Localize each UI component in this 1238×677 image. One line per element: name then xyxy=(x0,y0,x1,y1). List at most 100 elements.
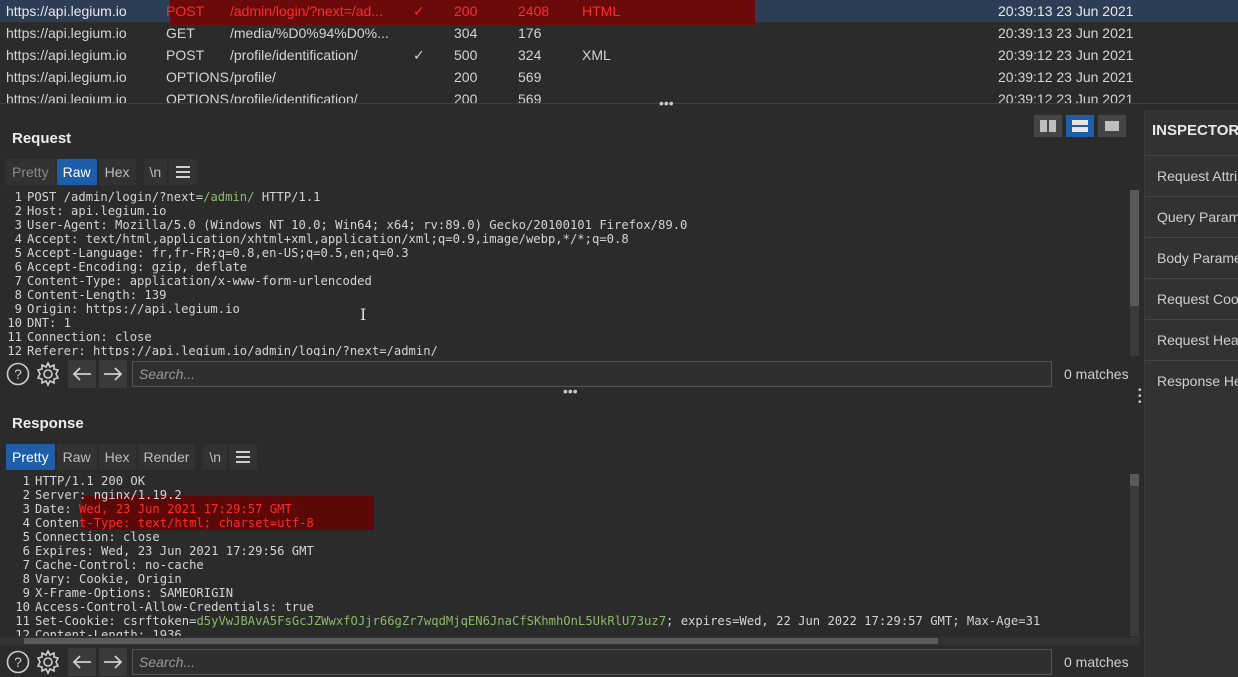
response-hscroll-thumb[interactable] xyxy=(24,638,938,644)
request-line: 2 Host: api.legium.io xyxy=(0,204,1130,218)
forward-arrow-icon xyxy=(104,367,123,381)
inspector-section[interactable]: Response Hea xyxy=(1145,360,1238,401)
svg-text:?: ? xyxy=(14,366,22,382)
line-text: Host: api.legium.io xyxy=(27,204,167,218)
response-tab-render[interactable]: Render xyxy=(137,444,196,470)
response-hscrollbar[interactable] xyxy=(0,637,1140,645)
response-scrollbar[interactable] xyxy=(1130,474,1139,636)
request-scrollbar[interactable] xyxy=(1130,190,1139,356)
request-menu-button[interactable] xyxy=(169,159,198,185)
response-tab-hex[interactable]: Hex xyxy=(98,444,136,470)
response-search-bar: ? Search... 0 matches xyxy=(0,647,1140,677)
single-pane-button[interactable] xyxy=(1098,115,1126,137)
line-text: /admin/ xyxy=(203,190,255,204)
inspector-panel: INSPECTOR Request Attri Query Parame Body … xyxy=(1144,110,1238,677)
split-horizontal-button[interactable] xyxy=(1034,115,1062,137)
inspector-section[interactable]: Body Parame xyxy=(1145,237,1238,278)
response-back-button[interactable] xyxy=(68,648,96,676)
history-row[interactable]: https://api.legium.io OPTIONS/profile/ide… xyxy=(0,88,1238,103)
response-tab-newline[interactable]: \n xyxy=(203,444,228,470)
response-scroll-thumb[interactable] xyxy=(1130,474,1139,486)
settings-icon xyxy=(36,649,60,675)
inspector-section[interactable]: Request Cook xyxy=(1145,278,1238,319)
response-settings-button[interactable] xyxy=(34,648,62,676)
method-cell: POST xyxy=(166,47,205,63)
history-resize-handle[interactable]: ••• xyxy=(659,96,674,110)
response-tab-pretty[interactable]: Pretty xyxy=(6,444,55,470)
response-line: 2 Server: nginx/1.19.2 xyxy=(0,488,1130,502)
line-text: POST /admin/login/?next= xyxy=(27,190,204,204)
history-row[interactable]: https://api.legium.io OPTIONS/profile/200… xyxy=(0,66,1238,88)
inspector-section[interactable]: Request Head xyxy=(1145,319,1238,360)
response-line: 8 Vary: Cookie, Origin xyxy=(0,572,1130,586)
line-text: Access-Control-Allow-Credentials: true xyxy=(35,600,314,614)
response-line: 12 Content-Length: 1936 xyxy=(0,628,1130,636)
request-help-button[interactable]: ? xyxy=(4,360,32,388)
request-editor[interactable]: 1 POST /admin/login/?next=/admin/ HTTP/1.… xyxy=(0,190,1130,356)
request-line: 8 Content-Length: 139 xyxy=(0,288,1130,302)
back-arrow-icon xyxy=(72,655,91,669)
request-tab-newline[interactable]: \n xyxy=(143,159,168,185)
line-number: 3 xyxy=(22,502,30,516)
response-forward-button[interactable] xyxy=(99,648,127,676)
request-search-input[interactable]: Search... xyxy=(132,361,1052,387)
line-text: Accept: text/html,application/xhtml+xml,… xyxy=(27,232,629,246)
response-line: 5 Connection: close xyxy=(0,530,1130,544)
history-row[interactable]: https://api.legium.io POST/profile/identi… xyxy=(0,44,1238,66)
time-cell: 20:39:12 23 Jun 2021 xyxy=(998,69,1134,85)
inspector-section-label: Request Head xyxy=(1157,332,1238,348)
line-text: Expires: Wed, 23 Jun 2021 17:29:56 GMT xyxy=(35,544,314,558)
inspector-section[interactable]: Request Attri xyxy=(1145,155,1238,196)
method-cell: POST xyxy=(166,3,205,19)
history-row[interactable]: https://api.legium.io GET/media/%D0%94%D0… xyxy=(0,22,1238,44)
response-tab-raw[interactable]: Raw xyxy=(56,444,97,470)
line-number: 11 xyxy=(15,614,30,628)
request-settings-button[interactable] xyxy=(34,360,62,388)
line-text: HTTP/1.1 xyxy=(254,190,321,204)
inspector-title: INSPECTOR xyxy=(1152,122,1238,139)
request-tab-hex[interactable]: Hex xyxy=(98,159,136,185)
line-text: Set-Cookie: csrftoken= xyxy=(35,614,197,628)
split-horizontal-icon xyxy=(1040,120,1056,132)
line-text: Server: nginx/1.19.2 xyxy=(35,488,182,502)
forward-arrow-icon xyxy=(104,655,123,669)
response-editor[interactable]: 1 HTTP/1.1 200 OK 2 Server: nginx/1.19.2 3 Da… xyxy=(0,474,1130,636)
line-text: d5yVwJBAvA5FsGcJZWwxfOJjr66gZr7wqdMjqEN6… xyxy=(196,614,667,628)
inspector-section[interactable]: Query Parame xyxy=(1145,196,1238,237)
request-back-button[interactable] xyxy=(68,360,96,388)
response-title: Response xyxy=(12,415,84,432)
method-cell: OPTIONS xyxy=(166,69,230,85)
line-number: 9 xyxy=(14,302,22,316)
request-line: 6 Accept-Encoding: gzip, deflate xyxy=(0,260,1130,274)
split-vertical-button[interactable] xyxy=(1066,115,1094,137)
response-line: 4 Content-Type: text/html; charset=utf-8 xyxy=(0,516,1130,530)
svg-text:?: ? xyxy=(14,654,22,670)
line-text: Accept-Language: fr,fr-FR;q=0.8,en-US;q=… xyxy=(27,246,409,260)
request-tab-raw[interactable]: Raw xyxy=(56,159,97,185)
response-help-button[interactable]: ? xyxy=(4,648,32,676)
request-title: Request xyxy=(12,130,72,147)
line-number: 9 xyxy=(22,586,30,600)
line-text: ; expires=Wed, 22 Jun 2022 17:29:57 GMT;… xyxy=(666,614,1041,628)
request-scroll-thumb[interactable] xyxy=(1130,190,1139,306)
line-text: Cache-Control: no-cache xyxy=(35,558,204,572)
response-menu-button[interactable] xyxy=(229,444,258,470)
request-line: 1 POST /admin/login/?next=/admin/ HTTP/1.… xyxy=(0,190,1130,204)
back-arrow-icon xyxy=(72,367,91,381)
request-tab-pretty[interactable]: Pretty xyxy=(6,159,55,185)
line-text: HTTP/1.1 200 OK xyxy=(35,474,146,488)
request-line: 4 Accept: text/html,application/xhtml+xml… xyxy=(0,232,1130,246)
pane-resize-handle[interactable]: ••• xyxy=(563,384,578,398)
line-text: Content-Length: 1936 xyxy=(35,628,182,636)
line-text: t-Type: text/html; charset=utf-8 xyxy=(79,516,314,530)
line-text: Date: xyxy=(35,502,80,516)
host-cell: https://api.legium.io xyxy=(6,47,127,63)
response-search-input[interactable]: Search... xyxy=(132,649,1052,675)
request-forward-button[interactable] xyxy=(99,360,127,388)
line-number: 4 xyxy=(22,516,30,530)
history-row[interactable]: https://api.legium.io POST/admin/login/?n… xyxy=(0,0,1238,25)
split-vertical-icon xyxy=(1072,120,1088,132)
time-cell: 20:39:13 23 Jun 2021 xyxy=(998,3,1134,19)
response-line: 3 Date: Wed, 23 Jun 2021 17:29:57 GMT xyxy=(0,502,1130,516)
length-cell: 176 xyxy=(518,25,542,41)
